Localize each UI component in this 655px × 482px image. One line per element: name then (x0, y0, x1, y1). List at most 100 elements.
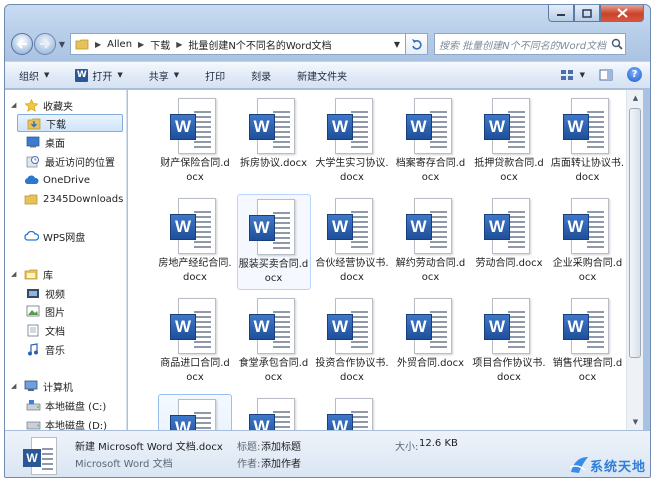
search-input[interactable]: 搜索 批量创建N个不同名的Word文档 (434, 33, 626, 55)
nav-libraries[interactable]: ◢ 库 (11, 265, 126, 283)
file-item[interactable]: W 企业采购合同.docx (551, 194, 625, 290)
file-name: 投资合作协议书.docx (315, 358, 389, 383)
open-button[interactable]: W 打开 ▼ (75, 68, 123, 83)
recent-pages-dropdown[interactable]: ▼ (56, 34, 68, 54)
forward-button[interactable] (34, 33, 56, 55)
search-placeholder: 搜索 批量创建N个不同名的Word文档 (439, 40, 607, 52)
explorer-window: ▼ ▶ Allen ▶ 下载 ▶ 批量创建N个不同名的Word文档 ▼ 搜索 批… (4, 4, 651, 478)
change-view-button[interactable]: ▼ (560, 69, 585, 81)
maximize-icon (582, 8, 592, 18)
breadcrumb-downloads[interactable]: 下载 (150, 37, 170, 52)
file-item[interactable]: W 商品进口合同.docx (158, 294, 232, 390)
file-item[interactable]: W 店面转让协议书.docx (551, 94, 625, 190)
nav-pictures[interactable]: 图片 (25, 302, 126, 320)
word-document-icon: W (404, 198, 458, 256)
word-document-icon: W (21, 437, 61, 477)
nav-wps-drive[interactable]: WPS网盘 (11, 227, 126, 245)
scrollbar-thumb[interactable] (629, 108, 641, 358)
file-item[interactable]: W 抵押贷款合同.docx (472, 94, 546, 190)
refresh-icon (411, 39, 422, 50)
nav-downloads[interactable]: 下载 (17, 114, 123, 132)
file-item[interactable]: W 解约劳动合同.docx (394, 194, 468, 290)
file-item[interactable]: W 财产保险合同.docx (158, 94, 232, 190)
minimize-button[interactable] (548, 5, 574, 22)
file-item[interactable]: W 服装买卖合同.docx (236, 194, 311, 290)
file-item[interactable]: W (158, 394, 232, 430)
cloud-icon (23, 229, 39, 243)
file-item[interactable]: W 投资合作协议书.docx (315, 294, 389, 390)
word-document-icon: W (325, 398, 379, 430)
share-menu[interactable]: 共享 ▼ (149, 68, 179, 83)
word-document-icon: W (482, 98, 536, 156)
address-dropdown[interactable]: ▼ (389, 40, 405, 49)
nav-music[interactable]: 音乐 (25, 340, 126, 358)
file-item[interactable]: W (237, 394, 311, 430)
word-document-icon: W (482, 298, 536, 356)
file-name: 服装买卖合同.docx (238, 259, 309, 284)
nav-documents[interactable]: 文档 (25, 321, 126, 339)
collapse-triangle-icon[interactable]: ◢ (11, 101, 16, 109)
word-document-icon: W (247, 398, 301, 430)
file-item[interactable]: W 大学生实习协议.docx (315, 94, 389, 190)
preview-pane-button[interactable] (599, 69, 613, 81)
view-grid-icon (560, 69, 573, 80)
refresh-button[interactable] (406, 33, 428, 55)
view-controls: ▼ ? (546, 67, 642, 82)
file-name: 解约劳动合同.docx (395, 258, 466, 283)
help-button[interactable]: ? (627, 67, 642, 82)
breadcrumb-current-folder[interactable]: 批量创建N个不同名的Word文档 (188, 37, 331, 52)
scroll-up-arrow-icon[interactable]: ▲ (627, 90, 644, 106)
word-document-icon: W (247, 98, 301, 156)
breadcrumb-allen[interactable]: Allen (107, 39, 132, 50)
file-item[interactable]: W 合伙经营协议书.docx (315, 194, 389, 290)
close-button[interactable] (600, 5, 644, 22)
burn-button[interactable]: 刻录 (251, 68, 271, 83)
details-author-value[interactable]: 添加作者 (261, 455, 301, 470)
nav-favorites[interactable]: ◢ 收藏夹 (11, 96, 126, 114)
collapse-triangle-icon[interactable]: ◢ (11, 382, 16, 390)
details-filetype: Microsoft Word 文档 (75, 459, 173, 470)
file-item[interactable]: W 外贸合同.docx (394, 294, 468, 390)
new-folder-button[interactable]: 新建文件夹 (297, 68, 347, 83)
print-label: 打印 (205, 71, 226, 83)
search-icon[interactable] (609, 38, 625, 50)
nav-recent-places[interactable]: 最近访问的位置 (25, 152, 126, 170)
collapse-triangle-icon[interactable]: ◢ (11, 270, 16, 278)
breadcrumb-separator[interactable]: ▶ (176, 40, 182, 49)
address-bar[interactable]: ▶ Allen ▶ 下载 ▶ 批量创建N个不同名的Word文档 ▼ (70, 33, 406, 55)
file-item[interactable]: W 销售代理合同.docx (551, 294, 625, 390)
video-icon (25, 286, 41, 300)
organize-menu[interactable]: 组织 ▼ (19, 68, 49, 83)
forward-arrow-icon (40, 39, 51, 49)
word-document-icon: W (325, 198, 379, 256)
cloud-icon (23, 173, 39, 187)
file-item[interactable]: W (315, 394, 389, 430)
nav-onedrive[interactable]: OneDrive (11, 171, 126, 189)
vertical-scrollbar[interactable]: ▲ ▼ (626, 90, 643, 430)
music-icon (25, 342, 41, 356)
picture-icon (25, 304, 41, 318)
nav-drive-d-label: 本地磁盘 (D:) (45, 420, 108, 431)
nav-videos[interactable]: 视频 (25, 284, 126, 302)
breadcrumb-separator[interactable]: ▶ (138, 40, 144, 49)
nav-desktop[interactable]: 桌面 (25, 133, 126, 151)
nav-pictures-label: 图片 (45, 307, 65, 319)
scroll-down-arrow-icon[interactable]: ▼ (627, 414, 644, 430)
breadcrumb-separator: ▶ (95, 39, 102, 49)
file-item[interactable]: W 拆房协议.docx (237, 94, 311, 190)
print-button[interactable]: 打印 (205, 68, 225, 83)
details-title-value[interactable]: 添加标题 (261, 438, 301, 453)
nav-drive-d[interactable]: 本地磁盘 (D:) (25, 415, 126, 431)
file-item[interactable]: W 档案寄存合同.docx (394, 94, 468, 190)
nav-computer[interactable]: ◢ 计算机 (11, 377, 126, 395)
file-item[interactable]: W 项目合作协议书.docx (472, 294, 546, 390)
nav-drive-c[interactable]: 本地磁盘 (C:) (25, 396, 126, 414)
nav-2345downloads[interactable]: 2345Downloads (11, 190, 126, 208)
file-name: 合伙经营协议书.docx (315, 258, 389, 283)
file-item[interactable]: W 劳动合同.docx (472, 194, 546, 290)
back-button[interactable] (11, 33, 33, 55)
nav-drive-c-label: 本地磁盘 (C:) (45, 401, 107, 413)
maximize-button[interactable] (574, 5, 600, 22)
file-item[interactable]: W 食堂承包合同.docx (237, 294, 311, 390)
file-item[interactable]: W 房地产经纪合同.docx (158, 194, 232, 290)
